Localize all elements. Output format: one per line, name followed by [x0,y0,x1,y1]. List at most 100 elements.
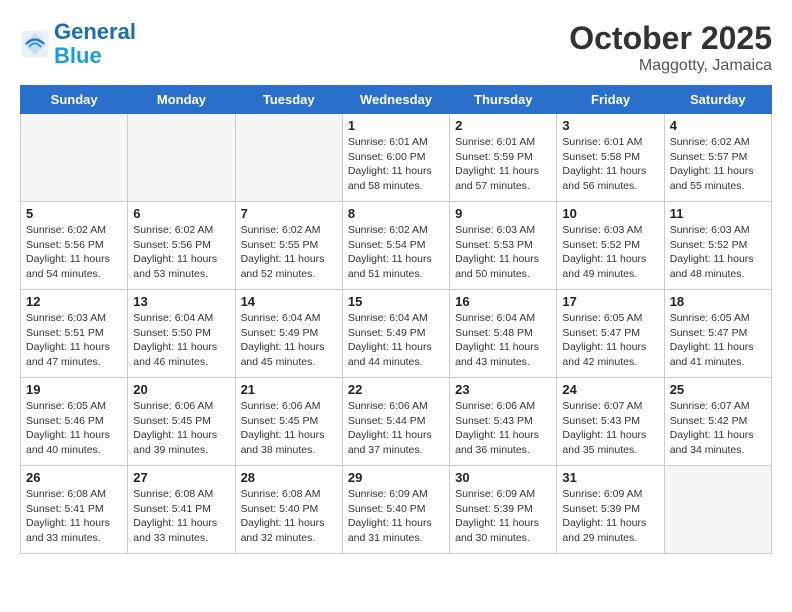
calendar-cell: 18Sunrise: 6:05 AMSunset: 5:47 PMDayligh… [664,290,771,378]
day-info: Sunrise: 6:02 AMSunset: 5:56 PMDaylight:… [133,223,229,282]
day-number: 6 [133,206,229,221]
day-info: Sunrise: 6:08 AMSunset: 5:41 PMDaylight:… [26,487,122,546]
calendar-cell: 9 Sunrise: 6:03 AMSunset: 5:53 PMDaylight… [450,202,557,290]
calendar-cell: 28 Sunrise: 6:08 AMSunset: 5:40 PMDayligh… [235,466,342,554]
day-number: 17 [562,294,658,309]
logo-icon [20,29,50,59]
calendar-week-row: 26 Sunrise: 6:08 AMSunset: 5:41 PMDayligh… [21,466,772,554]
day-number: 4 [670,118,766,133]
calendar-cell: 30 Sunrise: 6:09 AMSunset: 5:39 PMDayligh… [450,466,557,554]
weekday-header-cell: Wednesday [342,86,449,114]
day-info: Sunrise: 6:06 AMSunset: 5:45 PMDaylight:… [133,399,229,458]
calendar-cell [235,114,342,202]
calendar-cell: 7Sunrise: 6:02 AMSunset: 5:55 PMDaylight… [235,202,342,290]
calendar-cell: 8 Sunrise: 6:02 AMSunset: 5:54 PMDaylight… [342,202,449,290]
day-info: Sunrise: 6:04 AMSunset: 5:49 PMDaylight:… [241,311,337,370]
page-header: General Blue October 2025 Maggotty, Jama… [20,20,772,75]
day-number: 24 [562,382,658,397]
calendar-body: 1 Sunrise: 6:01 AMSunset: 6:00 PMDaylight… [21,114,772,554]
weekday-header-cell: Friday [557,86,664,114]
calendar-cell [128,114,235,202]
day-number: 1 [348,118,444,133]
title-block: October 2025 Maggotty, Jamaica [569,20,772,75]
day-info: Sunrise: 6:03 AMSunset: 5:52 PMDaylight:… [562,223,658,282]
calendar-cell: 13Sunrise: 6:04 AMSunset: 5:50 PMDayligh… [128,290,235,378]
logo-text: General Blue [54,20,136,68]
day-number: 31 [562,470,658,485]
calendar-cell: 11 Sunrise: 6:03 AMSunset: 5:52 PMDayligh… [664,202,771,290]
day-number: 26 [26,470,122,485]
calendar-cell: 2 Sunrise: 6:01 AMSunset: 5:59 PMDaylight… [450,114,557,202]
day-number: 12 [26,294,122,309]
day-info: Sunrise: 6:08 AMSunset: 5:40 PMDaylight:… [241,487,337,546]
day-number: 5 [26,206,122,221]
day-info: Sunrise: 6:06 AMSunset: 5:44 PMDaylight:… [348,399,444,458]
day-number: 14 [241,294,337,309]
weekday-header-cell: Saturday [664,86,771,114]
day-number: 11 [670,206,766,221]
calendar-cell: 6 Sunrise: 6:02 AMSunset: 5:56 PMDaylight… [128,202,235,290]
day-number: 19 [26,382,122,397]
calendar-cell: 16 Sunrise: 6:04 AMSunset: 5:48 PMDayligh… [450,290,557,378]
calendar-week-row: 12 Sunrise: 6:03 AMSunset: 5:51 PMDayligh… [21,290,772,378]
day-info: Sunrise: 6:04 AMSunset: 5:48 PMDaylight:… [455,311,551,370]
weekday-header-cell: Tuesday [235,86,342,114]
logo: General Blue [20,20,136,68]
calendar-week-row: 19 Sunrise: 6:05 AMSunset: 5:46 PMDayligh… [21,378,772,466]
day-info: Sunrise: 6:02 AMSunset: 5:54 PMDaylight:… [348,223,444,282]
day-number: 10 [562,206,658,221]
day-number: 15 [348,294,444,309]
day-number: 23 [455,382,551,397]
day-number: 9 [455,206,551,221]
day-info: Sunrise: 6:03 AMSunset: 5:52 PMDaylight:… [670,223,766,282]
day-number: 27 [133,470,229,485]
day-info: Sunrise: 6:09 AMSunset: 5:39 PMDaylight:… [562,487,658,546]
calendar-cell: 5 Sunrise: 6:02 AMSunset: 5:56 PMDaylight… [21,202,128,290]
day-info: Sunrise: 6:05 AMSunset: 5:47 PMDaylight:… [562,311,658,370]
day-number: 22 [348,382,444,397]
calendar-cell: 14 Sunrise: 6:04 AMSunset: 5:49 PMDayligh… [235,290,342,378]
calendar-cell: 17 Sunrise: 6:05 AMSunset: 5:47 PMDayligh… [557,290,664,378]
day-info: Sunrise: 6:06 AMSunset: 5:43 PMDaylight:… [455,399,551,458]
day-info: Sunrise: 6:01 AMSunset: 5:58 PMDaylight:… [562,135,658,194]
calendar-cell: 3Sunrise: 6:01 AMSunset: 5:58 PMDaylight… [557,114,664,202]
day-info: Sunrise: 6:03 AMSunset: 5:53 PMDaylight:… [455,223,551,282]
calendar-cell: 26 Sunrise: 6:08 AMSunset: 5:41 PMDayligh… [21,466,128,554]
day-info: Sunrise: 6:02 AMSunset: 5:56 PMDaylight:… [26,223,122,282]
day-number: 8 [348,206,444,221]
day-info: Sunrise: 6:01 AMSunset: 5:59 PMDaylight:… [455,135,551,194]
calendar-cell: 12 Sunrise: 6:03 AMSunset: 5:51 PMDayligh… [21,290,128,378]
weekday-header-cell: Monday [128,86,235,114]
day-info: Sunrise: 6:03 AMSunset: 5:51 PMDaylight:… [26,311,122,370]
calendar-cell: 20Sunrise: 6:06 AMSunset: 5:45 PMDayligh… [128,378,235,466]
day-info: Sunrise: 6:09 AMSunset: 5:39 PMDaylight:… [455,487,551,546]
day-number: 21 [241,382,337,397]
calendar-week-row: 1 Sunrise: 6:01 AMSunset: 6:00 PMDaylight… [21,114,772,202]
day-info: Sunrise: 6:07 AMSunset: 5:42 PMDaylight:… [670,399,766,458]
day-info: Sunrise: 6:08 AMSunset: 5:41 PMDaylight:… [133,487,229,546]
location-title: Maggotty, Jamaica [569,57,772,75]
calendar-cell: 24 Sunrise: 6:07 AMSunset: 5:43 PMDayligh… [557,378,664,466]
day-info: Sunrise: 6:07 AMSunset: 5:43 PMDaylight:… [562,399,658,458]
calendar-cell: 1 Sunrise: 6:01 AMSunset: 6:00 PMDaylight… [342,114,449,202]
day-number: 16 [455,294,551,309]
calendar-cell: 27 Sunrise: 6:08 AMSunset: 5:41 PMDayligh… [128,466,235,554]
calendar-cell: 31 Sunrise: 6:09 AMSunset: 5:39 PMDayligh… [557,466,664,554]
day-info: Sunrise: 6:01 AMSunset: 6:00 PMDaylight:… [348,135,444,194]
calendar-cell: 4 Sunrise: 6:02 AMSunset: 5:57 PMDaylight… [664,114,771,202]
calendar-table: SundayMondayTuesdayWednesdayThursdayFrid… [20,85,772,554]
weekday-header-cell: Sunday [21,86,128,114]
calendar-cell [21,114,128,202]
weekday-header-cell: Thursday [450,86,557,114]
day-info: Sunrise: 6:05 AMSunset: 5:46 PMDaylight:… [26,399,122,458]
calendar-cell: 21 Sunrise: 6:06 AMSunset: 5:45 PMDayligh… [235,378,342,466]
calendar-cell: 15 Sunrise: 6:04 AMSunset: 5:49 PMDayligh… [342,290,449,378]
day-number: 2 [455,118,551,133]
month-title: October 2025 [569,20,772,57]
day-info: Sunrise: 6:02 AMSunset: 5:57 PMDaylight:… [670,135,766,194]
day-number: 28 [241,470,337,485]
day-info: Sunrise: 6:04 AMSunset: 5:49 PMDaylight:… [348,311,444,370]
day-info: Sunrise: 6:05 AMSunset: 5:47 PMDaylight:… [670,311,766,370]
day-info: Sunrise: 6:06 AMSunset: 5:45 PMDaylight:… [241,399,337,458]
day-number: 30 [455,470,551,485]
